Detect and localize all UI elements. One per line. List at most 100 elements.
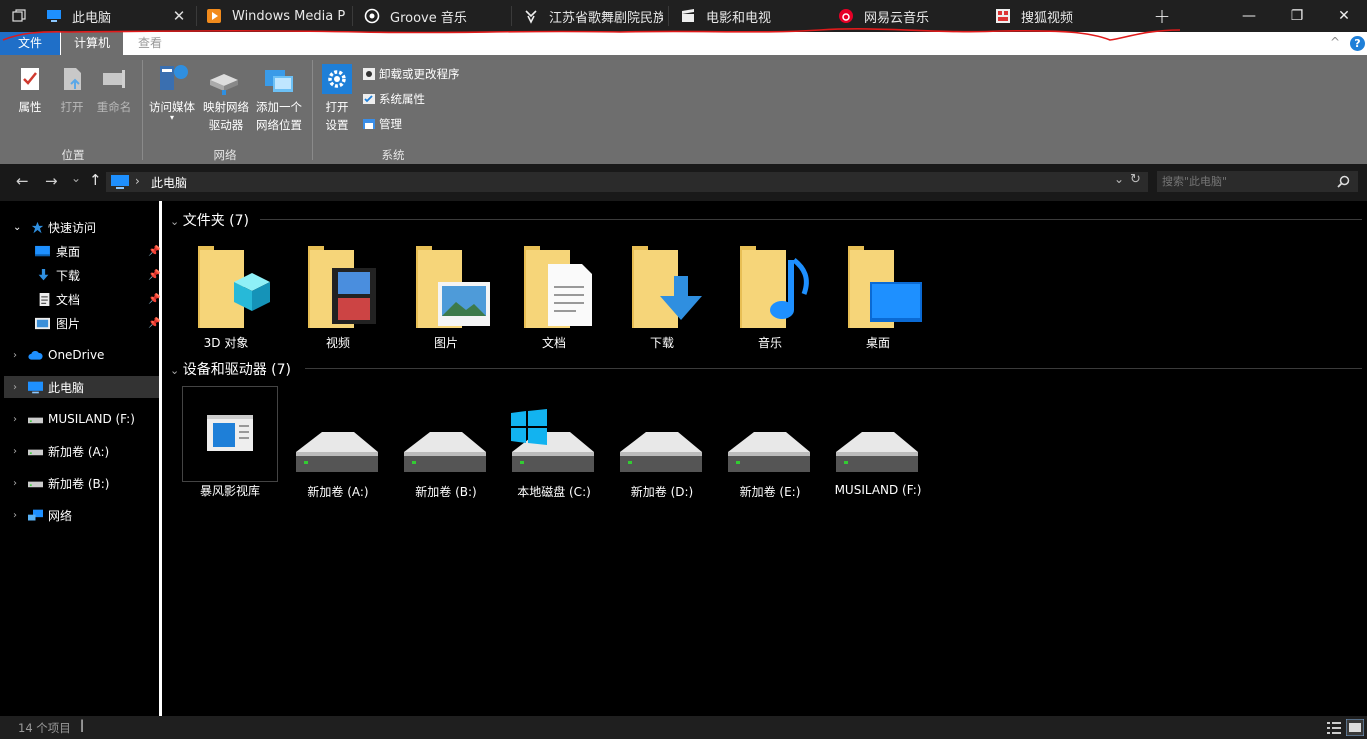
nav-label: 文档: [56, 292, 81, 307]
map-drive-button[interactable]: 映射网络: [199, 99, 253, 115]
nav-volume-a[interactable]: › 新加卷 (A:): [4, 440, 159, 462]
nav-network[interactable]: › 网络: [4, 504, 159, 526]
nav-item-downloads[interactable]: 下载 📌: [4, 264, 160, 286]
media-player-icon: [207, 9, 221, 23]
nav-volume-b[interactable]: › 新加卷 (B:): [4, 472, 159, 494]
manage-button[interactable]: 管理: [379, 116, 402, 132]
chevron-right-icon[interactable]: ›: [13, 510, 17, 521]
minimize-button[interactable]: —: [1226, 0, 1272, 32]
drive-c[interactable]: 本地磁盘 (C:): [506, 408, 602, 500]
search-icon[interactable]: [1337, 175, 1350, 188]
help-icon[interactable]: ?: [1350, 36, 1365, 51]
drive-label: 新加卷 (D:): [630, 485, 694, 499]
chevron-down-icon[interactable]: ⌄: [170, 215, 183, 228]
drive-d[interactable]: 新加卷 (D:): [614, 420, 710, 500]
address-dropdown-icon[interactable]: ⌄: [1114, 172, 1124, 186]
add-network-location-button[interactable]: 添加一个: [253, 99, 305, 115]
folder-pictures[interactable]: 图片: [398, 238, 494, 350]
nav-label: 网络: [48, 508, 73, 523]
open-button[interactable]: 打开: [52, 99, 92, 115]
folder-downloads[interactable]: 下载: [614, 238, 710, 350]
properties-icon: [21, 68, 39, 90]
chevron-right-icon[interactable]: ›: [13, 446, 17, 457]
folder-3d-objects[interactable]: 3D 对象: [178, 238, 274, 350]
uninstall-button[interactable]: 卸载或更改程序: [379, 66, 460, 82]
close-tab-icon[interactable]: ✕: [169, 6, 189, 26]
drive-baofeng-label-wrap[interactable]: 暴风影视库: [170, 482, 290, 498]
nav-item-desktop[interactable]: 桌面 📌: [4, 240, 160, 262]
nav-quick-access[interactable]: ⌄ 快速访问: [4, 216, 159, 238]
ribbon-tab-file[interactable]: 文件: [0, 32, 60, 55]
properties-button[interactable]: 属性: [10, 99, 50, 115]
tab-netease[interactable]: 网易云音乐: [838, 0, 978, 32]
refresh-icon[interactable]: ↻: [1130, 172, 1141, 187]
tab-overview-button[interactable]: [12, 0, 32, 32]
close-window-button[interactable]: ✕: [1321, 0, 1367, 32]
tab-movies-tv[interactable]: 电影和电视: [680, 0, 820, 32]
ribbon-tab-bar: 文件 计算机 查看 ^ ?: [0, 32, 1367, 55]
tab-sohu[interactable]: 搜狐视频: [995, 0, 1135, 32]
chevron-right-icon[interactable]: ›: [13, 478, 17, 489]
drive-baofeng[interactable]: [182, 386, 278, 482]
chevron-down-icon[interactable]: ⌄: [13, 222, 21, 233]
nav-onedrive[interactable]: › OneDrive: [4, 344, 159, 366]
large-icons-view-icon[interactable]: [1346, 719, 1364, 736]
tab-strip: 此电脑 ✕ Windows Media Pla Groove 音乐 江苏省歌舞剧…: [0, 0, 1367, 32]
search-input[interactable]: [1162, 172, 1322, 190]
pin-icon[interactable]: 📌: [148, 270, 160, 281]
breadcrumb-separator: ›: [135, 174, 140, 188]
forward-button[interactable]: →: [45, 172, 58, 190]
folder-label: 音乐: [757, 336, 782, 350]
collapse-ribbon-icon[interactable]: ^: [1330, 35, 1340, 49]
maximize-button[interactable]: ❐: [1274, 0, 1320, 32]
drives-section-header[interactable]: ⌄ 设备和驱动器 (7): [170, 359, 291, 379]
nav-musiland[interactable]: › MUSILAND (F:): [4, 408, 159, 430]
tab-this-pc[interactable]: 此电脑: [46, 0, 166, 32]
tab-windows-media[interactable]: Windows Media Pla: [206, 0, 346, 32]
rename-button[interactable]: 重命名: [94, 99, 134, 115]
folder-documents[interactable]: 文档: [506, 238, 602, 350]
folders-section-header[interactable]: ⌄ 文件夹 (7): [170, 210, 249, 230]
tab-label: 搜狐视频: [1021, 10, 1074, 26]
nav-item-documents[interactable]: 文档 📌: [4, 288, 160, 310]
onedrive-cloud-icon: [28, 350, 43, 360]
recent-locations-button[interactable]: ⌄: [71, 171, 81, 185]
address-bar[interactable]: [106, 172, 1148, 192]
folder-music[interactable]: 音乐: [722, 238, 818, 350]
nav-label: 桌面: [56, 244, 81, 259]
add-network-location-button-line2[interactable]: 网络位置: [253, 117, 305, 133]
folder-label: 桌面: [865, 336, 890, 350]
chevron-right-icon[interactable]: ›: [13, 414, 17, 425]
chevron-down-icon[interactable]: ⌄: [170, 364, 183, 377]
open-settings-button[interactable]: 打开: [318, 99, 356, 115]
drive-a[interactable]: 新加卷 (A:): [290, 420, 386, 500]
drive-f[interactable]: MUSILAND (F:): [830, 420, 926, 500]
nav-item-pictures[interactable]: 图片 📌: [4, 312, 160, 334]
folder-videos[interactable]: 视频: [290, 238, 386, 350]
folder-music-icon: [740, 246, 809, 328]
folder-desktop[interactable]: 桌面: [830, 238, 926, 350]
system-properties-icon: [363, 94, 375, 104]
ribbon-tab-computer[interactable]: 计算机: [61, 32, 123, 55]
back-button[interactable]: ←: [16, 172, 29, 190]
up-button[interactable]: ↑: [89, 171, 102, 189]
map-drive-button-line2[interactable]: 驱动器: [199, 117, 253, 133]
tab-groove[interactable]: Groove 音乐: [364, 0, 504, 32]
ribbon-tab-view[interactable]: 查看: [128, 32, 172, 55]
pin-icon[interactable]: 📌: [148, 246, 160, 257]
new-tab-button[interactable]: +: [1139, 0, 1185, 32]
nav-this-pc[interactable]: › 此电脑: [4, 376, 159, 398]
open-settings-button-line2[interactable]: 设置: [318, 117, 356, 133]
chevron-right-icon[interactable]: ›: [13, 382, 17, 393]
tab-jiangsu[interactable]: 江苏省歌舞剧院民族: [523, 0, 663, 32]
drive-b[interactable]: 新加卷 (B:): [398, 420, 494, 500]
system-properties-button[interactable]: 系统属性: [379, 91, 425, 107]
item-count: 14 个项目: [18, 721, 71, 735]
details-view-icon[interactable]: [1326, 720, 1342, 735]
dropdown-arrow-icon[interactable]: ▾: [167, 110, 177, 126]
drive-e[interactable]: 新加卷 (E:): [722, 420, 818, 500]
chevron-right-icon[interactable]: ›: [13, 350, 17, 361]
pin-icon[interactable]: 📌: [148, 318, 160, 329]
breadcrumb-this-pc[interactable]: 此电脑: [151, 174, 187, 191]
pin-icon[interactable]: 📌: [148, 294, 160, 305]
